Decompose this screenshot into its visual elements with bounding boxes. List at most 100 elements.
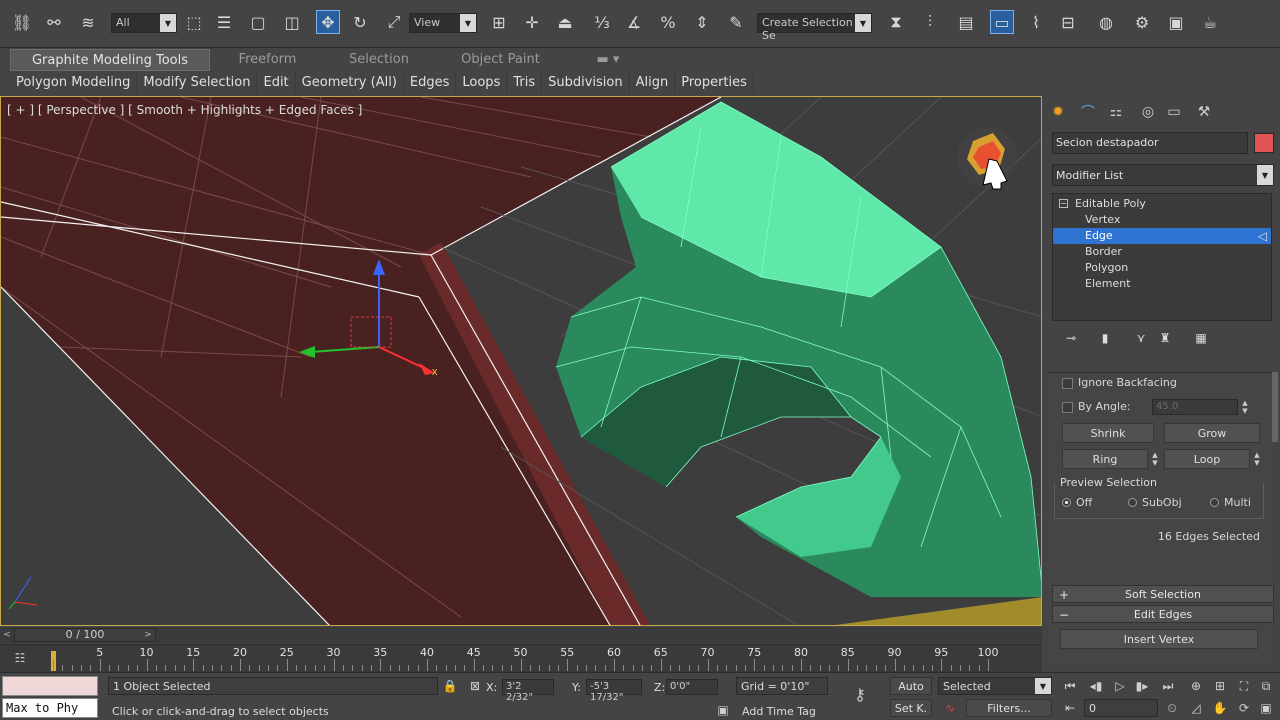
angle-snap-icon[interactable]: ∡ (622, 10, 646, 34)
time-tag-icon[interactable]: ▣ (713, 701, 733, 719)
zoom-extents-icon[interactable]: ⛶ (1234, 677, 1254, 695)
maxscript-listener-top[interactable] (2, 676, 98, 696)
ring-spinner-icon[interactable]: ▲ ▼ (1150, 451, 1160, 467)
preview-off-radio[interactable]: Off (1062, 496, 1092, 510)
bind-space-warp-icon[interactable]: ≋ (76, 10, 100, 34)
modify-tab-icon[interactable]: ⌒ (1078, 102, 1098, 122)
select-link-icon[interactable]: ⛓ (10, 10, 34, 34)
ribbon-tris[interactable]: Tris (507, 72, 543, 94)
align-icon[interactable]: ⫶ (918, 10, 942, 34)
ribbon-edges[interactable]: Edges (404, 72, 457, 94)
move-icon[interactable]: ✥ (316, 10, 340, 34)
scale-icon[interactable]: ⤢ (382, 10, 406, 34)
tab-object-paint[interactable]: Object Paint (433, 49, 568, 71)
z-coordinate-field[interactable]: 0'0" (666, 679, 718, 695)
y-coordinate-field[interactable]: -5'3 17/32" (586, 679, 642, 703)
key-curve-icon[interactable]: ∿ (940, 699, 960, 717)
ribbon-geometry-all[interactable]: Geometry (All) (296, 72, 404, 94)
utilities-tab-icon[interactable]: ⚒ (1194, 102, 1214, 122)
play-icon[interactable]: ▷ (1110, 677, 1130, 695)
stack-element[interactable]: Element (1053, 276, 1271, 292)
ribbon-subdivision[interactable]: Subdivision (542, 72, 630, 94)
ribbon-polygon-modeling[interactable]: Polygon Modeling (10, 72, 138, 94)
select-by-name-icon[interactable]: ☰ (212, 10, 236, 34)
window-crossing-icon[interactable]: ◫ (280, 10, 304, 34)
orbit-icon[interactable]: ⟳ (1234, 699, 1254, 717)
zoom-icon[interactable]: ⊕ (1186, 677, 1206, 695)
zoom-extents-all-icon[interactable]: ⧉ (1256, 677, 1276, 695)
loop-button[interactable]: Loop (1164, 449, 1250, 469)
go-to-end-icon[interactable]: ⏭ (1158, 677, 1178, 695)
time-slider-thumb[interactable]: 0 / 100 (14, 628, 156, 642)
select-manipulate-icon[interactable]: ✛ (520, 10, 544, 34)
angle-value-field[interactable]: 45.0 (1152, 399, 1238, 415)
maximize-viewport-icon[interactable]: ▣ (1256, 699, 1276, 717)
insert-vertex-button[interactable]: Insert Vertex (1060, 629, 1258, 649)
ribbon-edit[interactable]: Edit (257, 72, 296, 94)
stack-editable-poly[interactable]: − Editable Poly ◁ (1053, 196, 1280, 212)
object-name-field[interactable]: Secion destapador (1052, 132, 1248, 154)
ignore-backfacing-checkbox[interactable]: Ignore Backfacing (1062, 375, 1177, 391)
ribbon-modify-selection[interactable]: Modify Selection (137, 72, 258, 94)
curve-editor-icon[interactable]: ⌇ (1024, 10, 1048, 34)
preview-subobj-radio[interactable]: SubObj (1128, 496, 1182, 510)
tab-selection[interactable]: Selection (325, 49, 433, 71)
display-tab-icon[interactable]: ▭ (1164, 102, 1184, 122)
mini-curve-editor-icon[interactable]: ☷ (10, 649, 30, 667)
ribbon-loops[interactable]: Loops (456, 72, 508, 94)
configure-sets-icon[interactable]: ▦ (1192, 329, 1210, 347)
select-object-icon[interactable]: ⬚ (182, 10, 206, 34)
motion-tab-icon[interactable]: ◎ (1138, 102, 1158, 122)
snaps-toggle-icon[interactable]: ⅓ (590, 10, 614, 34)
render-setup-icon[interactable]: ⚙ (1130, 10, 1154, 34)
mirror-icon[interactable]: ⧗ (884, 10, 908, 34)
ribbon-options-icon[interactable]: ▬ ▾ (590, 49, 626, 71)
prev-frame-icon[interactable]: < (0, 628, 14, 642)
command-panel-scrollbar[interactable] (1272, 372, 1278, 442)
grow-button[interactable]: Grow (1164, 423, 1260, 443)
key-mode-icon[interactable]: ⚷ (850, 685, 870, 704)
ring-button[interactable]: Ring (1062, 449, 1148, 469)
named-selection-sets[interactable]: Create Selection Se ▼ (757, 13, 872, 42)
pan-icon[interactable]: ✋ (1210, 699, 1230, 717)
add-time-tag[interactable]: Add Time Tag (742, 705, 816, 718)
tab-freeform[interactable]: Freeform (210, 49, 325, 71)
rotate-icon[interactable]: ↻ (348, 10, 372, 34)
preview-multi-radio[interactable]: Multi (1210, 496, 1251, 510)
remove-modifier-icon[interactable]: ♜ (1156, 329, 1174, 347)
auto-key-button[interactable]: Auto (890, 677, 932, 695)
absolute-mode-icon[interactable]: ⊠ (465, 677, 485, 695)
rendered-frame-icon[interactable]: ▣ (1164, 10, 1188, 34)
pin-stack-icon[interactable]: ⊸ (1062, 329, 1080, 347)
stack-vertex[interactable]: Vertex (1053, 212, 1271, 228)
modifier-list-dropdown[interactable]: Modifier List ▼ (1052, 164, 1274, 186)
field-of-view-icon[interactable]: ◿ (1186, 699, 1206, 717)
next-key-icon[interactable]: ▮▸ (1132, 677, 1152, 695)
tab-graphite-modeling[interactable]: Graphite Modeling Tools (10, 49, 210, 71)
spinner-snap-icon[interactable]: ⇕ (690, 10, 714, 34)
ref-coord-dropdown[interactable]: View ▼ (409, 13, 477, 33)
create-tab-icon[interactable]: ✹ (1048, 102, 1068, 122)
stack-border[interactable]: Border (1053, 244, 1271, 260)
time-config-icon[interactable]: ⏲ (1162, 699, 1182, 717)
loop-spinner-icon[interactable]: ▲ ▼ (1252, 451, 1262, 467)
selection-filter-dropdown[interactable]: All ▼ (111, 13, 177, 33)
object-color-swatch[interactable] (1254, 133, 1274, 153)
angle-spinner-icon[interactable]: ▲ ▼ (1240, 399, 1250, 415)
maxscript-listener-input[interactable]: Max to Phy (2, 698, 98, 718)
edit-edges-rollout-header[interactable]: − Edit Edges (1052, 605, 1274, 623)
zoom-all-icon[interactable]: ⊞ (1210, 677, 1230, 695)
layer-manager-icon[interactable]: ▤ (954, 10, 978, 34)
key-filters-button[interactable]: Filters... (966, 699, 1052, 717)
make-unique-icon[interactable]: ⋎ (1132, 329, 1150, 347)
key-mode-toggle-icon[interactable]: ⇤ (1060, 699, 1080, 717)
next-frame-icon[interactable]: > (141, 628, 155, 642)
perspective-viewport[interactable]: x [ + ] [ Perspective ] [ Smooth + Highl… (0, 96, 1042, 626)
schematic-view-icon[interactable]: ⊟ (1056, 10, 1080, 34)
edit-named-sets-icon[interactable]: ✎ (724, 10, 748, 34)
current-frame-field[interactable]: 0 (1084, 699, 1158, 717)
by-angle-checkbox[interactable]: By Angle: (1062, 399, 1131, 415)
show-end-result-icon[interactable]: ▮ (1096, 329, 1114, 347)
previous-key-icon[interactable]: ◂▮ (1086, 677, 1106, 695)
keyboard-shortcut-icon[interactable]: ⏏ (553, 10, 577, 34)
